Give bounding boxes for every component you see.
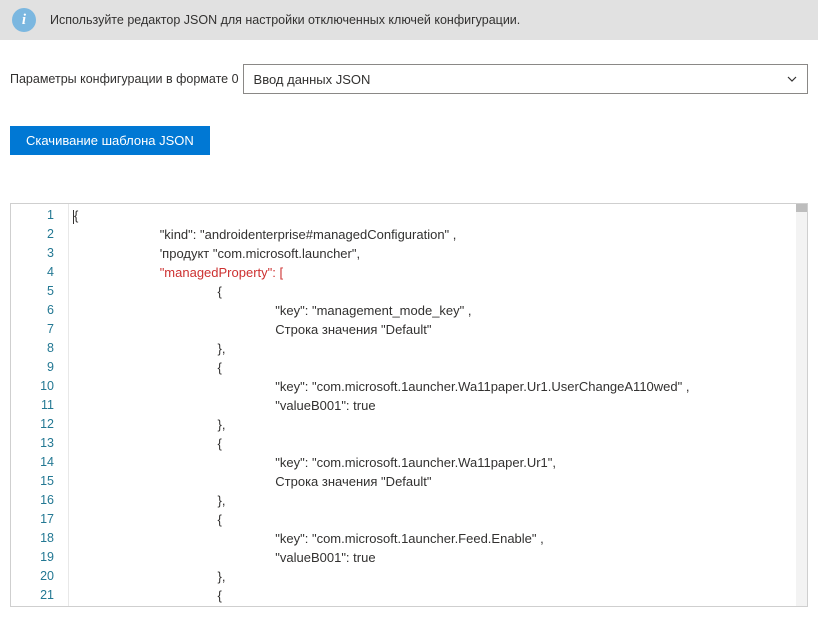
gutter-line-number: 9 (11, 358, 68, 377)
gutter-line-number: 8 (11, 339, 68, 358)
config-format-select[interactable]: Ввод данных JSON (243, 64, 808, 94)
code-line[interactable]: { (69, 434, 807, 453)
gutter-line-number: 3 (11, 244, 68, 263)
gutter-line-number: 19 (11, 548, 68, 567)
config-format-selected-value: Ввод данных JSON (254, 72, 371, 87)
editor-code-area[interactable]: { "kind": "androidenterprise#managedConf… (69, 204, 807, 606)
button-row: Скачивание шаблона JSON (0, 104, 818, 165)
code-line[interactable]: "kind": "androidenterprise#managedConfig… (69, 225, 807, 244)
gutter-line-number: 12 (11, 415, 68, 434)
gutter-line-number: 18 (11, 529, 68, 548)
code-line[interactable]: "valueB001": true (69, 548, 807, 567)
gutter-line-number: 7 (11, 320, 68, 339)
editor-gutter: 123456789101112131415161718192021 (11, 204, 69, 606)
gutter-line-number: 4 (11, 263, 68, 282)
code-line[interactable]: "valueB001": true (69, 396, 807, 415)
code-line[interactable]: }, (69, 567, 807, 586)
gutter-line-number: 21 (11, 586, 68, 605)
gutter-line-number: 20 (11, 567, 68, 586)
download-template-button[interactable]: Скачивание шаблона JSON (10, 126, 210, 155)
gutter-line-number: 11 (11, 396, 68, 415)
gutter-line-number: 15 (11, 472, 68, 491)
code-line[interactable]: }, (69, 415, 807, 434)
gutter-line-number: 1 (11, 206, 68, 225)
scrollbar-thumb[interactable] (796, 204, 807, 212)
gutter-line-number: 14 (11, 453, 68, 472)
code-line[interactable]: { (69, 282, 807, 301)
config-format-label: Параметры конфигурации в формате 0 (10, 72, 239, 86)
gutter-line-number: 5 (11, 282, 68, 301)
code-line[interactable]: "managedProperty": [ (69, 263, 807, 282)
info-icon: i (12, 8, 36, 32)
gutter-line-number: 6 (11, 301, 68, 320)
code-line[interactable]: "key": "management_mode_key" , (69, 301, 807, 320)
info-banner-text: Используйте редактор JSON для настройки … (50, 13, 520, 27)
code-line[interactable]: }, (69, 491, 807, 510)
code-line[interactable]: { (69, 358, 807, 377)
code-line[interactable]: { (69, 206, 807, 225)
scrollbar-track[interactable] (796, 204, 807, 606)
gutter-line-number: 13 (11, 434, 68, 453)
code-line[interactable]: "key": "com.microsoft.1auncher.Wa11paper… (69, 377, 807, 396)
code-line[interactable]: }, (69, 339, 807, 358)
gutter-line-number: 17 (11, 510, 68, 529)
gutter-line-number: 10 (11, 377, 68, 396)
code-line[interactable]: { (69, 586, 807, 605)
gutter-line-number: 2 (11, 225, 68, 244)
gutter-line-number: 16 (11, 491, 68, 510)
code-line[interactable]: 'продукт "com.microsoft.launcher", (69, 244, 807, 263)
code-line[interactable]: Строка значения "Default" (69, 472, 807, 491)
code-line[interactable]: "key": "com.microsoft.1auncher.Wa11paper… (69, 453, 807, 472)
json-editor[interactable]: 123456789101112131415161718192021 { "kin… (10, 203, 808, 607)
config-format-row: Параметры конфигурации в формате 0 Ввод … (0, 40, 818, 104)
code-line[interactable]: "key": "com.microsoft.1auncher.Feed.Enab… (69, 529, 807, 548)
info-banner: i Используйте редактор JSON для настройк… (0, 0, 818, 40)
code-line[interactable]: { (69, 510, 807, 529)
code-line[interactable]: Строка значения "Default" (69, 320, 807, 339)
